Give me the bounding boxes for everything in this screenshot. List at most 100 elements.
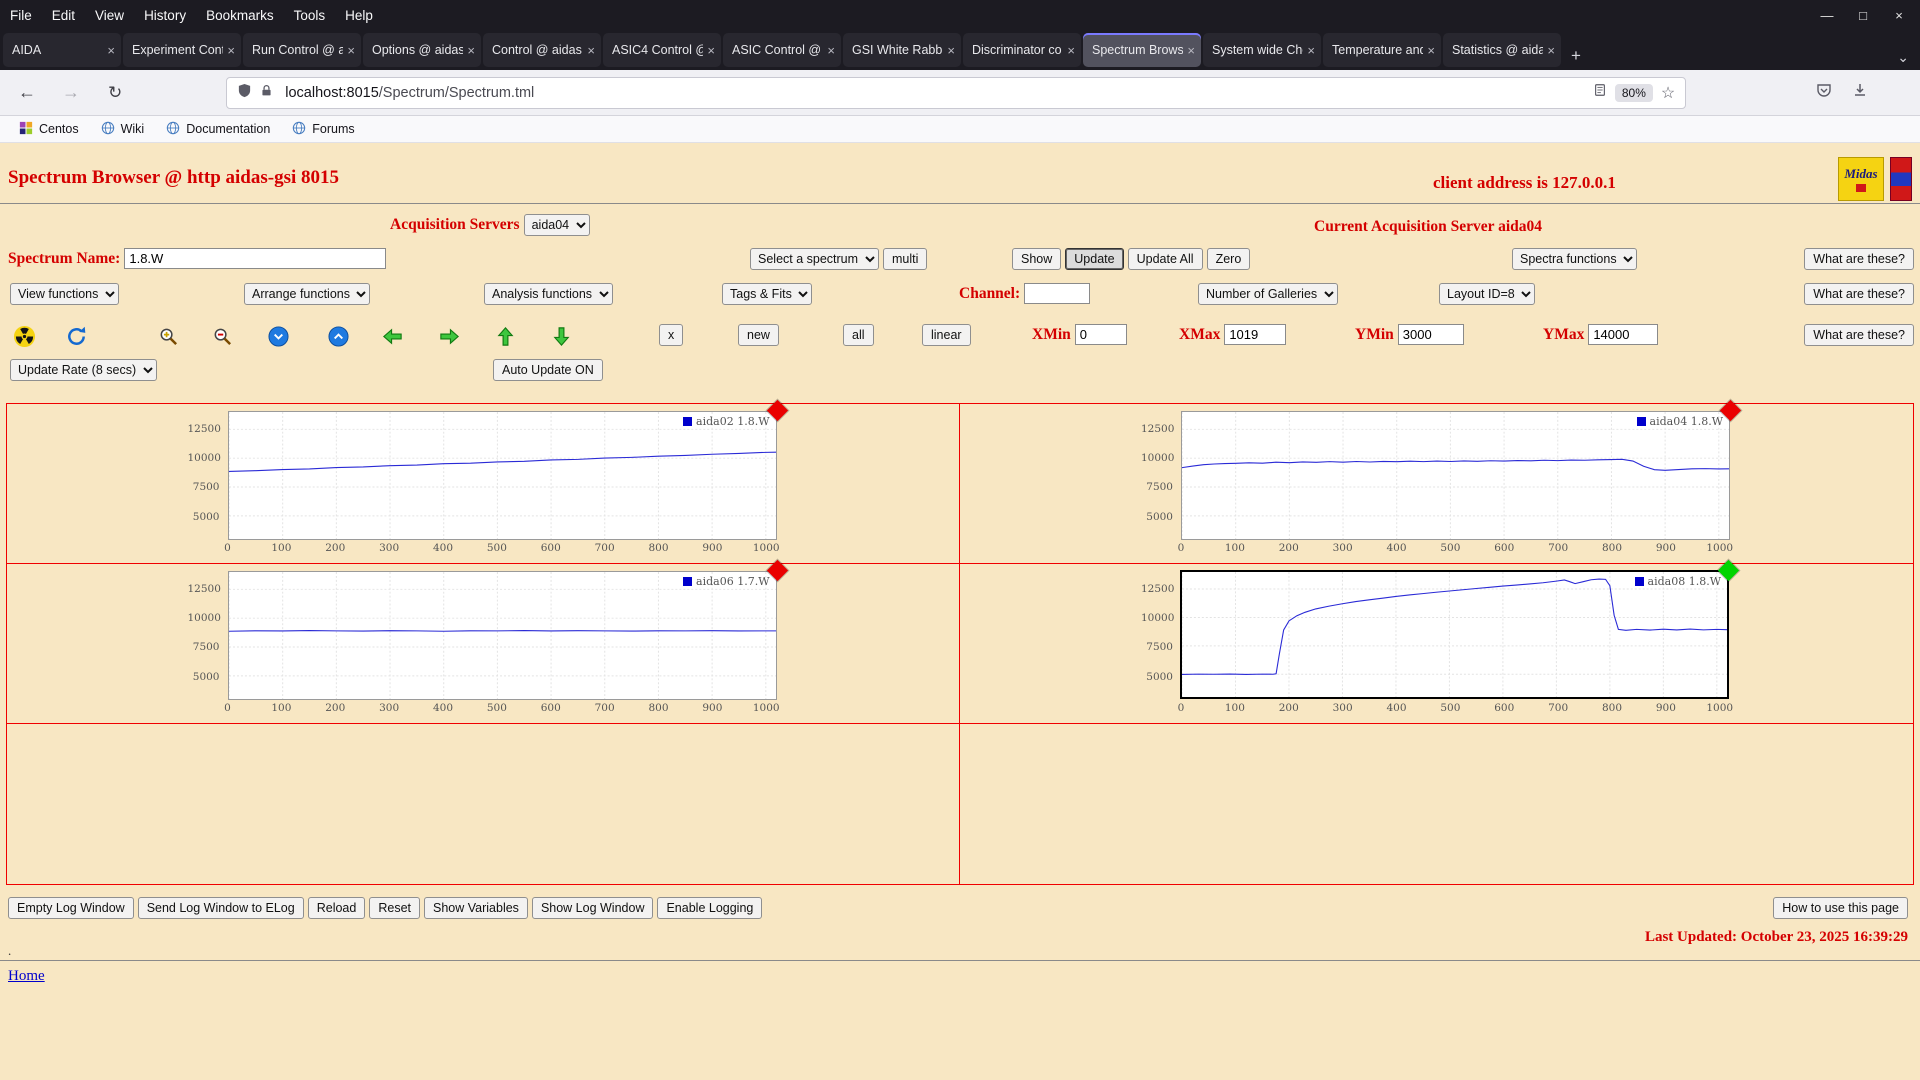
- minimize-button[interactable]: —: [1814, 4, 1840, 26]
- y-full-range-icon[interactable]: [324, 322, 352, 350]
- tab-close-icon[interactable]: ×: [707, 43, 715, 58]
- tab[interactable]: Experiment Cont ×: [123, 33, 241, 67]
- tab-close-icon[interactable]: ×: [347, 43, 355, 58]
- forward-button[interactable]: →: [58, 78, 84, 107]
- url-bar[interactable]: localhost:8015/Spectrum/Spectrum.tml 80%…: [226, 76, 1687, 109]
- refresh-icon[interactable]: [62, 322, 90, 350]
- what-are-these-button-2[interactable]: What are these?: [1804, 283, 1914, 305]
- tab[interactable]: System wide Che ×: [1203, 33, 1321, 67]
- tab-close-icon[interactable]: ×: [1547, 43, 1555, 58]
- zero-button[interactable]: Zero: [1206, 248, 1251, 270]
- tab[interactable]: ASIC Control @ ×: [723, 33, 841, 67]
- show-variables-button[interactable]: Show Variables: [424, 897, 528, 919]
- tab-close-icon[interactable]: ×: [1427, 43, 1435, 58]
- tab[interactable]: Options @ aidas ×: [363, 33, 481, 67]
- tab[interactable]: AIDA ×: [3, 33, 121, 67]
- tab[interactable]: Discriminator co ×: [963, 33, 1081, 67]
- spectrum-name-input[interactable]: [124, 248, 387, 269]
- tab-close-icon[interactable]: ×: [587, 43, 595, 58]
- close-button[interactable]: ×: [1886, 4, 1912, 26]
- update-all-button[interactable]: Update All: [1127, 248, 1203, 270]
- menu-tools[interactable]: Tools: [284, 4, 336, 27]
- new-tab-button[interactable]: +: [1562, 42, 1590, 70]
- channel-input[interactable]: [1024, 283, 1091, 304]
- xmin-input[interactable]: [1074, 324, 1127, 345]
- download-icon[interactable]: [1852, 82, 1868, 103]
- linear-button[interactable]: linear: [922, 324, 971, 346]
- zoom-in-icon[interactable]: [154, 322, 182, 350]
- home-link[interactable]: Home: [8, 968, 45, 984]
- bookmark-item-documentation[interactable]: Documentation: [157, 118, 279, 141]
- reload-button[interactable]: Reload: [307, 897, 366, 919]
- how-to-use-button[interactable]: How to use this page: [1773, 897, 1908, 919]
- auto-update-button[interactable]: Auto Update ON: [493, 359, 603, 381]
- tab-close-icon[interactable]: ×: [947, 43, 955, 58]
- pan-left-icon[interactable]: [378, 322, 406, 350]
- x-button[interactable]: x: [659, 324, 684, 346]
- menu-help[interactable]: Help: [335, 4, 383, 27]
- what-are-these-button-1[interactable]: What are these?: [1804, 248, 1914, 270]
- tab[interactable]: Statistics @ aida ×: [1443, 33, 1561, 67]
- galleries-dropdown[interactable]: Number of Galleries: [1198, 283, 1338, 305]
- new-button[interactable]: new: [738, 324, 779, 346]
- ymin-input[interactable]: [1397, 324, 1464, 345]
- send-log-window-to-elog-button[interactable]: Send Log Window to ELog: [137, 897, 304, 919]
- bookmark-item-wiki[interactable]: Wiki: [92, 118, 154, 141]
- zoom-out-icon[interactable]: [208, 322, 236, 350]
- show-log-window-button[interactable]: Show Log Window: [531, 897, 654, 919]
- maximize-button[interactable]: □: [1850, 4, 1876, 26]
- reload-button[interactable]: ↻: [104, 79, 126, 107]
- tab-close-icon[interactable]: ×: [227, 43, 235, 58]
- menu-file[interactable]: File: [0, 4, 42, 27]
- tab[interactable]: ASIC4 Control @ ×: [603, 33, 721, 67]
- tab-close-icon[interactable]: ×: [1187, 43, 1195, 58]
- what-are-these-button-3[interactable]: What are these?: [1804, 324, 1914, 346]
- multi-button[interactable]: multi: [883, 248, 928, 270]
- bookmark-item-forums[interactable]: Forums: [283, 118, 363, 141]
- tab[interactable]: Run Control @ a ×: [243, 33, 361, 67]
- tab-close-icon[interactable]: ×: [107, 43, 115, 58]
- tab-close-icon[interactable]: ×: [827, 43, 835, 58]
- tab-close-icon[interactable]: ×: [1067, 43, 1075, 58]
- menu-view[interactable]: View: [85, 4, 134, 27]
- layout-dropdown[interactable]: Layout ID=8: [1439, 283, 1535, 305]
- tab[interactable]: GSI White Rabbit ×: [843, 33, 961, 67]
- bookmark-item-centos[interactable]: Centos: [10, 118, 88, 141]
- pocket-icon[interactable]: [1816, 82, 1832, 103]
- back-button[interactable]: ←: [14, 78, 40, 107]
- zoom-indicator[interactable]: 80%: [1614, 83, 1653, 102]
- pan-up-icon[interactable]: [491, 322, 519, 350]
- spectrum-plot-aida02[interactable]: aida02 1.8.W: [227, 399, 788, 540]
- show-button[interactable]: Show: [1012, 248, 1062, 270]
- spectra-functions-dropdown[interactable]: Spectra functions: [1512, 248, 1637, 270]
- radiation-icon[interactable]: [10, 322, 38, 350]
- spectrum-plot-aida06[interactable]: aida06 1.7.W: [227, 559, 788, 700]
- pan-right-icon[interactable]: [435, 322, 463, 350]
- update-button[interactable]: Update: [1065, 248, 1124, 270]
- tab-close-icon[interactable]: ×: [467, 43, 475, 58]
- menu-history[interactable]: History: [134, 4, 196, 27]
- all-button[interactable]: all: [843, 324, 874, 346]
- arrange-functions-dropdown[interactable]: Arrange functions: [244, 283, 370, 305]
- tab[interactable]: Temperature and ×: [1323, 33, 1441, 67]
- bookmark-star-icon[interactable]: ☆: [1661, 83, 1675, 103]
- pan-down-icon[interactable]: [547, 322, 575, 350]
- acquisition-server-select[interactable]: aida04: [523, 214, 590, 236]
- tab-close-icon[interactable]: ×: [1307, 43, 1315, 58]
- menu-bookmarks[interactable]: Bookmarks: [196, 4, 284, 27]
- menu-edit[interactable]: Edit: [42, 4, 85, 27]
- analysis-functions-dropdown[interactable]: Analysis functions: [484, 283, 613, 305]
- view-functions-dropdown[interactable]: View functions: [10, 283, 119, 305]
- reader-mode-icon[interactable]: [1593, 83, 1607, 102]
- tab[interactable]: Control @ aidas ×: [483, 33, 601, 67]
- list-tabs-button[interactable]: ⌄: [1888, 45, 1918, 70]
- x-full-range-icon[interactable]: [264, 322, 292, 350]
- update-rate-dropdown[interactable]: Update Rate (8 secs): [10, 359, 157, 381]
- empty-log-window-button[interactable]: Empty Log Window: [8, 897, 134, 919]
- xmax-input[interactable]: [1224, 324, 1287, 345]
- spectrum-plot-aida08[interactable]: aida08 1.8.W: [1180, 559, 1740, 699]
- ymax-input[interactable]: [1588, 324, 1659, 345]
- select-spectrum-dropdown[interactable]: Select a spectrum: [750, 248, 879, 270]
- tags-fits-dropdown[interactable]: Tags & Fits: [722, 283, 812, 305]
- shield-icon[interactable]: [237, 83, 252, 103]
